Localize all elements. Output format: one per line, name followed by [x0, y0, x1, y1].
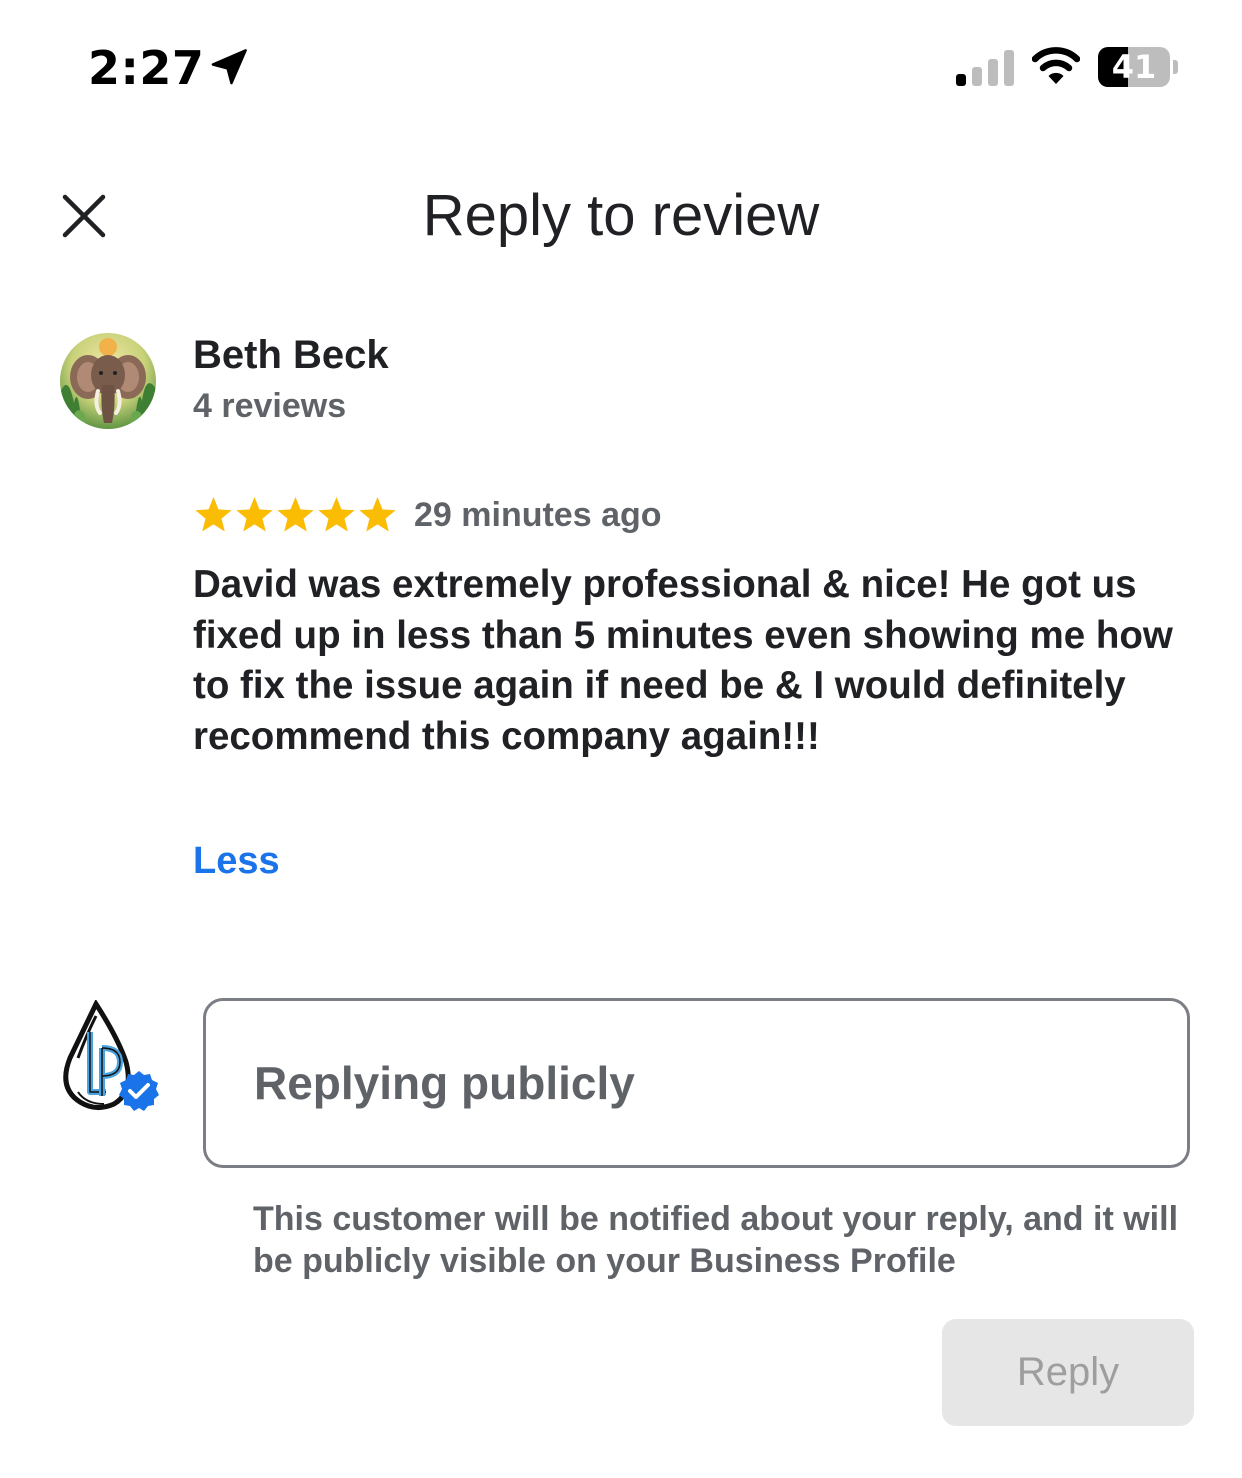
avatar[interactable] — [60, 333, 156, 429]
battery-tip — [1173, 60, 1178, 74]
rating-row: 29 minutes ago — [193, 490, 662, 540]
star-icon — [318, 496, 355, 532]
reviewer-name[interactable]: Beth Beck — [193, 330, 389, 380]
page-title: Reply to review — [422, 183, 820, 248]
elephant-avatar — [60, 333, 156, 429]
star-icon — [236, 496, 273, 532]
battery-level: 41 — [1111, 48, 1157, 86]
star-icon — [277, 496, 314, 532]
signal-bar — [972, 67, 982, 86]
signal-bar — [1004, 50, 1014, 86]
star-rating — [193, 495, 398, 536]
reply-input-container[interactable] — [203, 998, 1190, 1168]
review-time: 29 minutes ago — [414, 496, 662, 534]
star-icon — [195, 496, 232, 532]
status-time: 2:27 — [88, 41, 205, 95]
reply-input[interactable] — [254, 1001, 1154, 1165]
location-arrow-icon — [211, 49, 247, 85]
status-bar: 2:27 41 — [0, 0, 1242, 130]
star-icon — [359, 496, 396, 532]
wifi-icon — [1032, 47, 1080, 84]
business-logo — [56, 998, 162, 1116]
reply-button[interactable]: Reply — [942, 1319, 1194, 1426]
battery-icon: 41 — [1098, 47, 1180, 89]
reviewer-review-count: 4 reviews — [193, 387, 347, 425]
reply-notice: This customer will be notified about you… — [253, 1200, 1179, 1280]
verified-badge-icon — [119, 1071, 159, 1111]
less-link[interactable]: Less — [193, 836, 280, 886]
cellular-signal-icon — [956, 50, 1014, 86]
signal-bar — [956, 74, 966, 86]
signal-bar — [988, 59, 998, 86]
review-text: David was extremely professional & nice!… — [193, 563, 1173, 758]
battery-body: 41 — [1098, 47, 1170, 87]
